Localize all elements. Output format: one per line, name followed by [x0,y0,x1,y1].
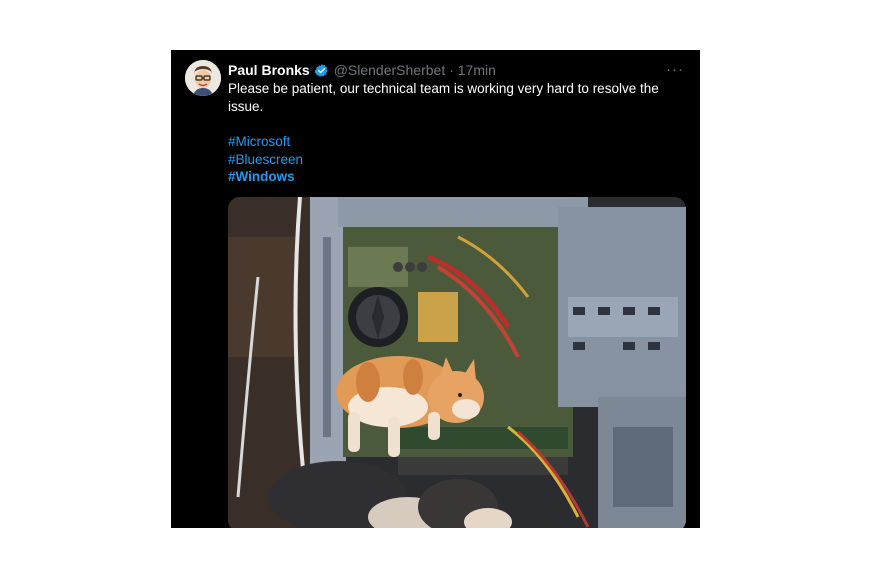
author-handle[interactable]: @SlenderSherbet [334,62,446,78]
tweet-photo[interactable] [228,197,686,528]
hashtag-list: #Microsoft #Bluescreen #Windows [228,133,303,186]
author-name[interactable]: Paul Bronks [228,62,310,78]
tweet-card[interactable]: Paul Bronks @SlenderSherbet · 17min ··· … [171,50,700,528]
page: Paul Bronks @SlenderSherbet · 17min ··· … [0,0,870,580]
tweet-header: Paul Bronks @SlenderSherbet · 17min [228,60,496,80]
tweet-text: Please be patient, our technical team is… [228,81,659,114]
hashtag-microsoft[interactable]: #Microsoft [228,133,303,151]
author-avatar[interactable] [185,60,221,96]
hashtag-bluescreen[interactable]: #Bluescreen [228,151,303,169]
verified-badge-icon [314,63,329,78]
avatar-face-icon [185,60,221,96]
tweet-timestamp[interactable]: · 17min [449,62,496,78]
more-options-button[interactable]: ··· [666,61,684,78]
kittens-in-computer-case-image [228,197,686,528]
hashtag-windows[interactable]: #Windows [228,168,303,186]
